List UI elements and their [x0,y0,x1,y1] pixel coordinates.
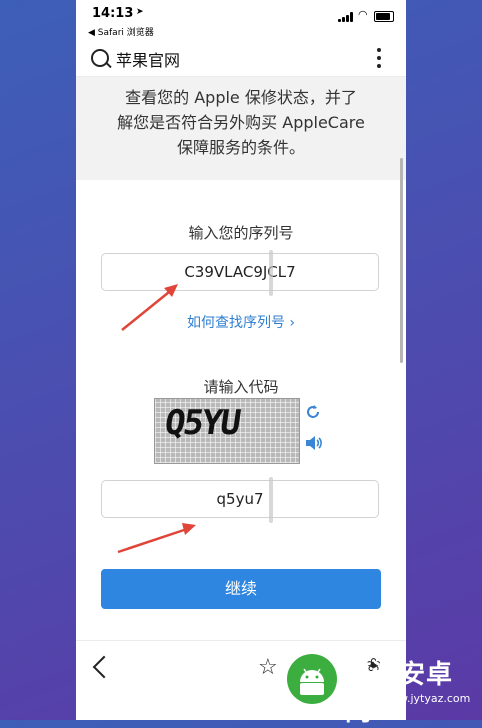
serial-number-value: C39VLAC9JCL7 [184,263,296,281]
banner-text: 查看您的 Apple 保修状态，并了 解您是否符合另外购买 AppleCare … [76,85,406,160]
continue-button[interactable]: 继续 [101,569,381,609]
watermark: 天源安卓网 www.jytyaz.com [285,646,477,727]
banner-line: 保障服务的条件。 [176,138,305,157]
captcha-code-value: q5yu7 [216,490,264,508]
android-logo-icon [287,654,337,704]
site-title[interactable]: 苹果官网 [116,47,180,71]
find-serial-link[interactable]: 如何查找序列号 › [76,312,406,332]
watermark-title: 天源安卓网 [345,660,454,727]
search-icon[interactable] [91,49,109,67]
page-scrollbar[interactable] [400,158,403,363]
audio-icon[interactable] [304,434,324,452]
status-time: 14:13 [92,6,134,21]
captcha-code-input[interactable]: q5yu7 [101,477,379,523]
back-to-safari-link[interactable]: ◀ Safari 浏览器 [88,25,154,38]
info-banner: 查看您的 Apple 保修状态，并了 解您是否符合另外购买 AppleCare … [76,77,406,180]
refresh-icon[interactable] [304,403,322,421]
more-options-icon[interactable] [376,48,382,68]
battery-icon [374,11,394,22]
browser-top-bar: 苹果官网 [76,40,406,77]
banner-line: 解您是否符合另外购买 AppleCare [117,113,365,132]
location-icon: ➤ [136,7,144,17]
captcha-image: Q5YU [154,398,300,464]
text-cursor [269,477,273,523]
watermark-url: www.jytyaz.com [381,692,471,705]
banner-line: 查看您的 Apple 保修状态，并了 [125,88,357,107]
signal-icon [338,12,354,22]
wifi-icon: ◠ [358,8,368,21]
phone-screen: 14:13 ➤ ◀ Safari 浏览器 ◠ 苹果官网 查看您的 Apple 保… [76,0,406,720]
serial-label: 输入您的序列号 [188,224,294,242]
status-bar: 14:13 ➤ ◀ Safari 浏览器 ◠ [76,0,406,40]
captcha-text: Q5YU [162,403,242,443]
annotation-arrow [117,523,196,554]
code-label: 请输入代码 [203,378,279,396]
serial-number-input[interactable]: C39VLAC9JCL7 [101,250,379,296]
back-icon[interactable] [92,655,116,679]
text-cursor [269,250,273,296]
bookmark-star-icon[interactable]: ☆ [258,655,278,680]
